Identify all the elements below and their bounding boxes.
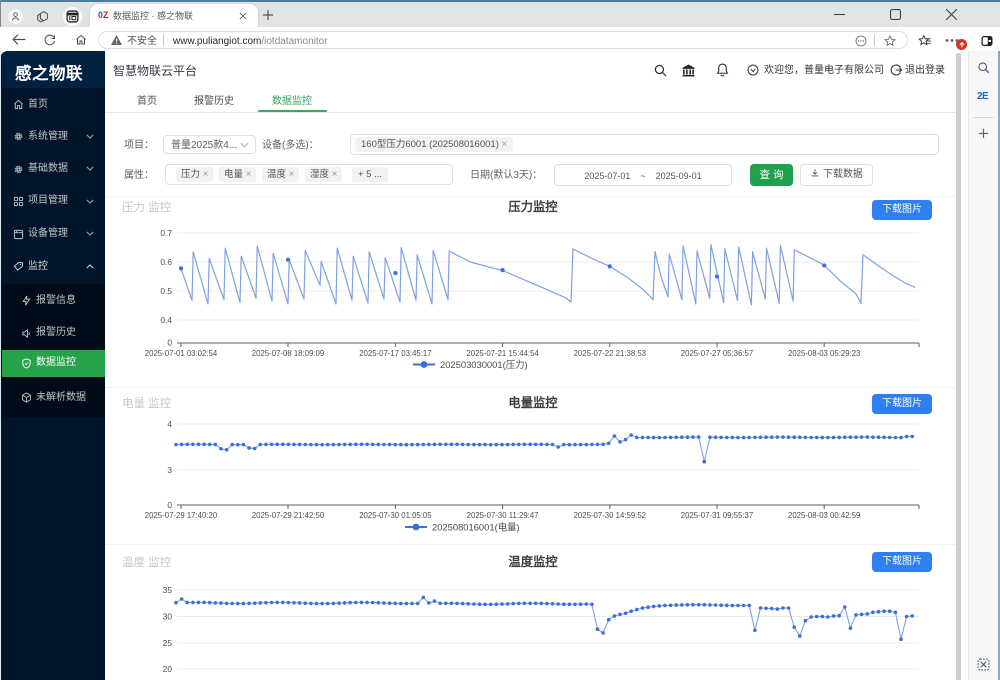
svg-text:2025-07-22 21:38:53: 2025-07-22 21:38:53 — [574, 349, 646, 358]
svg-text:4: 4 — [167, 419, 172, 429]
svg-text:3: 3 — [167, 465, 172, 475]
svg-text:2025-07-08 18:09:09: 2025-07-08 18:09:09 — [252, 349, 324, 358]
svg-text:0.6: 0.6 — [160, 257, 172, 267]
svg-text:2025-07-30 14:59:52: 2025-07-30 14:59:52 — [574, 511, 646, 520]
svg-text:0.7: 0.7 — [160, 228, 172, 238]
svg-text:35: 35 — [163, 585, 173, 595]
svg-text:25: 25 — [163, 638, 173, 648]
svg-text:温度监控: 温度监控 — [508, 554, 558, 569]
svg-text:0.5: 0.5 — [160, 286, 172, 296]
svg-text:30: 30 — [163, 612, 173, 622]
svg-text:2025-07-29 17:40:20: 2025-07-29 17:40:20 — [145, 511, 218, 520]
svg-text:2025-07-31 09:55:37: 2025-07-31 09:55:37 — [681, 511, 753, 520]
svg-text:2025-07-30 01:05:05: 2025-07-30 01:05:05 — [359, 511, 432, 520]
svg-text:电量 监控: 电量 监控 — [122, 396, 172, 410]
svg-text:2025-08-03 00:42:59: 2025-08-03 00:42:59 — [788, 511, 860, 520]
svg-text:2025-07-01 03:02:54: 2025-07-01 03:02:54 — [145, 349, 218, 358]
svg-text:2025-07-21 15:44:54: 2025-07-21 15:44:54 — [466, 349, 539, 358]
svg-text:0: 0 — [167, 338, 172, 348]
svg-text:0: 0 — [167, 500, 172, 510]
svg-text:2025-07-30 11:29:47: 2025-07-30 11:29:47 — [467, 511, 539, 520]
svg-text:2025-07-27 05:36:57: 2025-07-27 05:36:57 — [681, 349, 753, 358]
svg-text:2025-08-03 05:29:23: 2025-08-03 05:29:23 — [788, 349, 860, 358]
svg-text:2025-07-29 21:42:50: 2025-07-29 21:42:50 — [252, 511, 325, 520]
svg-text:202508016001(电量): 202508016001(电量) — [432, 521, 520, 532]
svg-text:0.4: 0.4 — [160, 315, 172, 325]
svg-text:压力监控: 压力监控 — [508, 199, 558, 214]
svg-text:202503030001(压力): 202503030001(压力) — [440, 359, 528, 370]
svg-text:20: 20 — [163, 664, 173, 674]
svg-text:电量监控: 电量监控 — [508, 395, 558, 410]
svg-text:温度 监控: 温度 监控 — [122, 555, 172, 569]
svg-text:2025-07-17 03:45:17: 2025-07-17 03:45:17 — [359, 349, 431, 358]
svg-text:压力 监控: 压力 监控 — [122, 200, 172, 214]
